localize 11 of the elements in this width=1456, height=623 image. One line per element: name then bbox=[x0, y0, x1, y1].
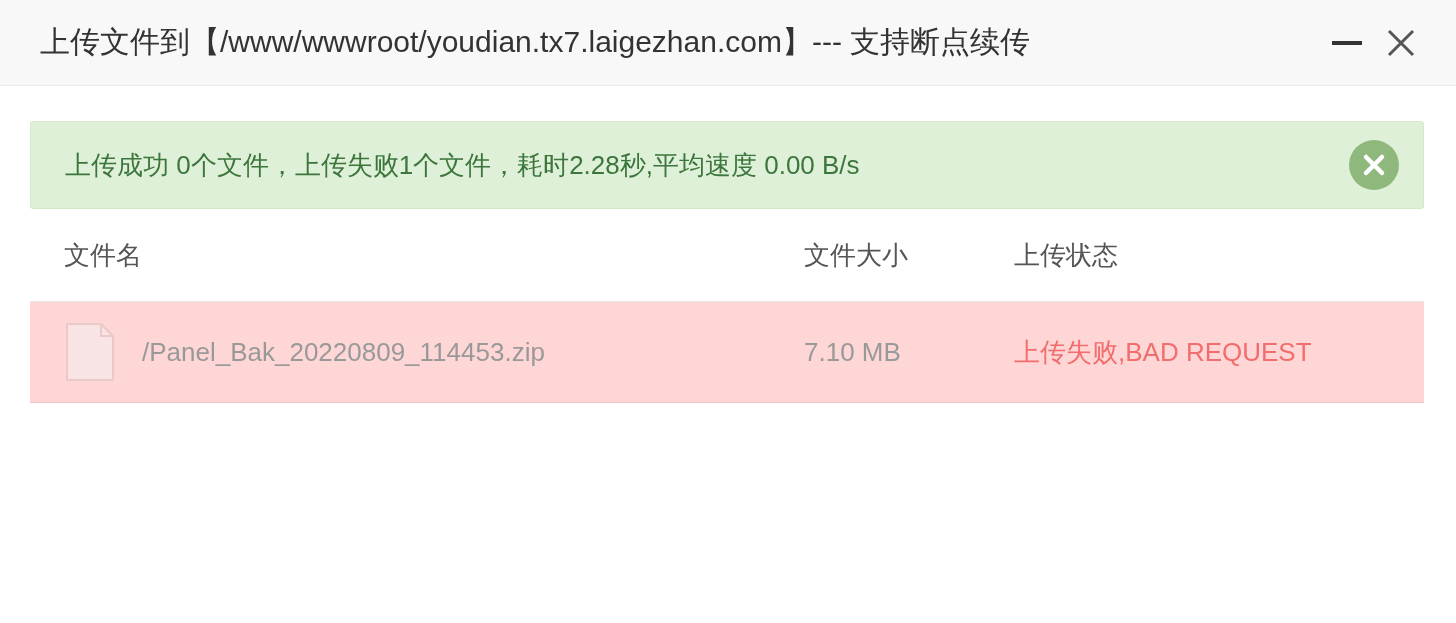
column-header: 上传状态 bbox=[1014, 238, 1118, 272]
window-title: 上传文件到【/www/wwwroot/youdian.tx7.laigezhan.com】--- 支持断点续传 bbox=[40, 24, 1032, 60]
column-header: 文件名 bbox=[64, 238, 142, 272]
minimize-icon bbox=[1332, 40, 1362, 45]
file-size: 7.10 MB bbox=[804, 336, 901, 368]
upload-status: 上传失败,BAD REQUEST bbox=[1014, 335, 1312, 369]
alert-message: 上传成功 0个文件，上传失败1个文件，耗时2.28秒,平均速度 0.00 B/s bbox=[65, 148, 861, 182]
column-header: 文件大小 bbox=[804, 238, 908, 272]
file-icon bbox=[64, 321, 116, 383]
close-icon bbox=[1386, 27, 1416, 58]
file-name: /Panel_Bak_20220809_114453.zip bbox=[142, 336, 545, 368]
